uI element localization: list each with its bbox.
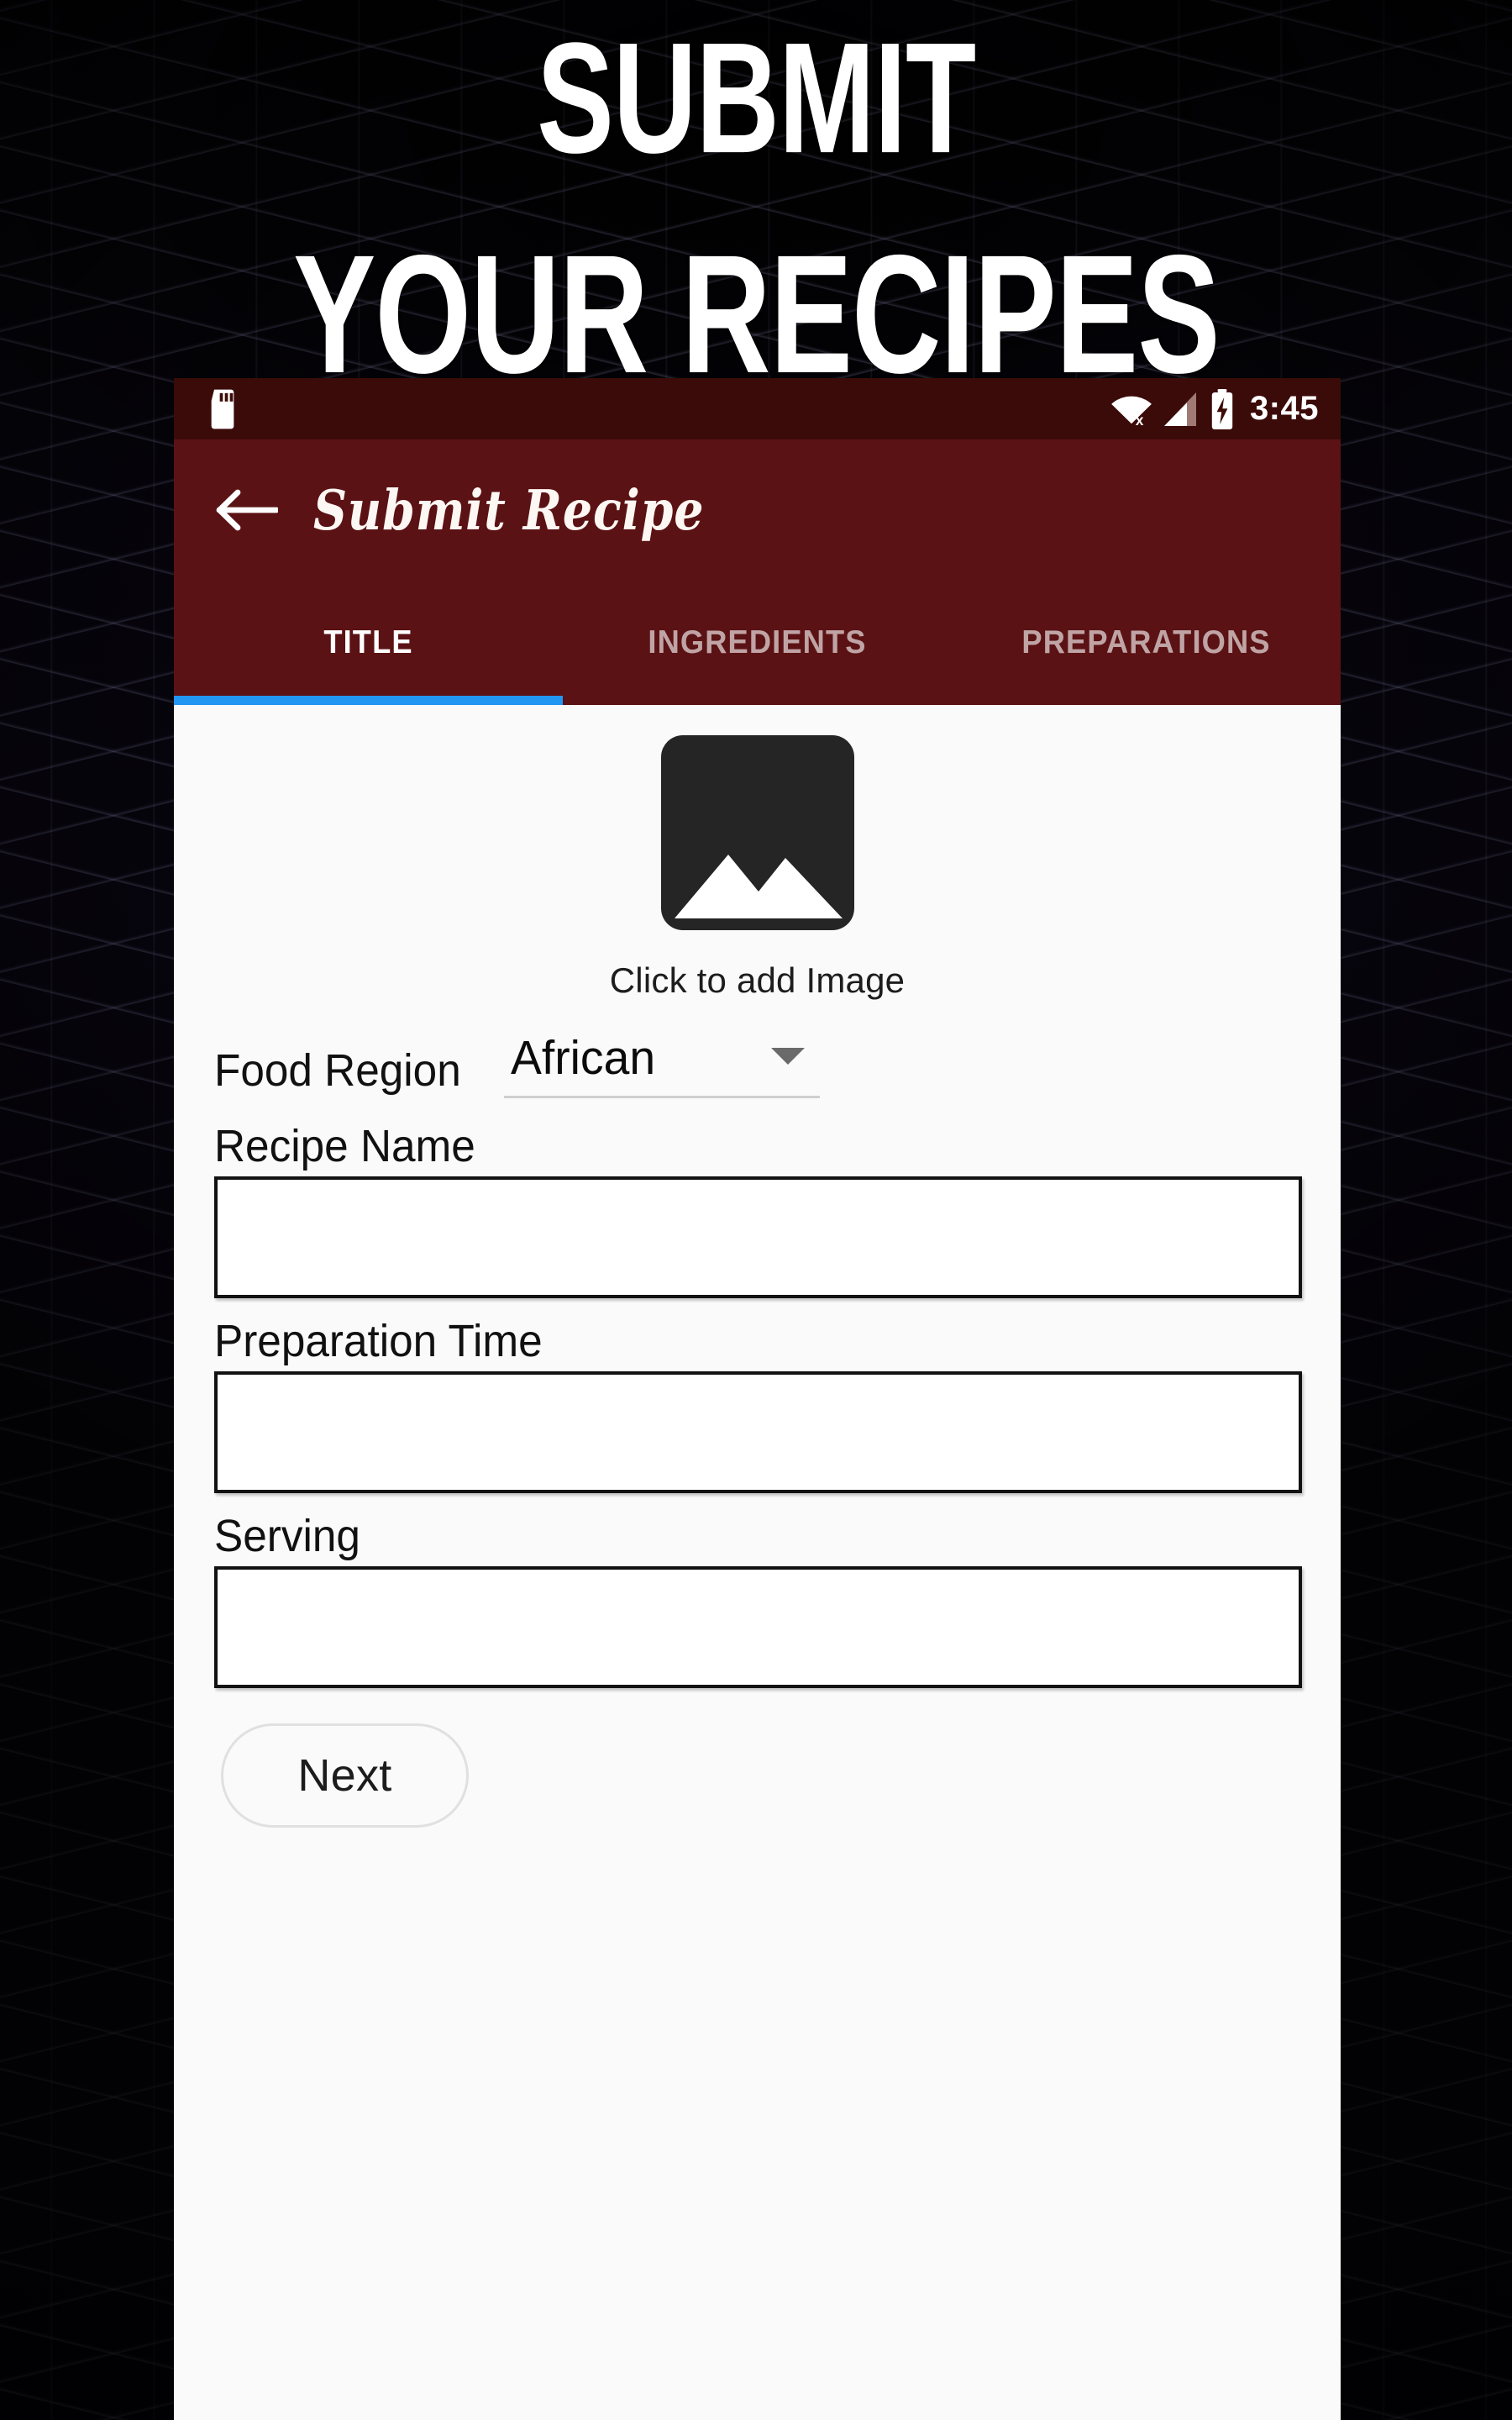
tab-bar: TITLE INGREDIENTS PREPARATIONS xyxy=(174,581,1341,705)
next-button[interactable]: Next xyxy=(221,1723,469,1828)
app-bar-title: Submit Recipe xyxy=(313,477,705,543)
tab-preparations[interactable]: PREPARATIONS xyxy=(965,581,1327,705)
recipe-name-label: Recipe Name xyxy=(214,1121,475,1171)
tab-active-indicator xyxy=(174,696,563,705)
chevron-down-icon xyxy=(771,1047,806,1065)
title-tab-content: Click to add Image Food Region African R… xyxy=(174,705,1341,2420)
serving-input[interactable] xyxy=(214,1566,1302,1688)
recipe-name-input[interactable] xyxy=(214,1176,1302,1298)
wifi-off-icon: x xyxy=(1110,391,1152,428)
food-region-spinner[interactable]: African xyxy=(504,1031,821,1098)
recipe-name-field-block: Recipe Name xyxy=(174,1123,1341,1298)
sd-card-icon xyxy=(206,389,239,429)
preparation-time-field-block: Preparation Time xyxy=(174,1318,1341,1493)
preparation-time-label: Preparation Time xyxy=(214,1316,543,1366)
battery-charging-icon xyxy=(1210,388,1235,429)
image-placeholder-icon[interactable] xyxy=(660,735,854,930)
phone-screenshot: x 3:45 Submit Recipe TITLE INGREDIENTS P… xyxy=(174,378,1341,2420)
serving-field-block: Serving xyxy=(174,1513,1341,1688)
cell-signal-icon xyxy=(1163,391,1200,428)
food-region-label: Food Region xyxy=(214,1045,461,1096)
status-bar: x 3:45 xyxy=(174,378,1341,439)
back-arrow-icon[interactable] xyxy=(211,474,283,546)
next-button-wrap: Next xyxy=(174,1688,1341,1828)
tab-ingredients[interactable]: INGREDIENTS xyxy=(576,581,938,705)
food-region-row: Food Region African xyxy=(174,1001,1341,1098)
preparation-time-input[interactable] xyxy=(214,1371,1302,1493)
serving-label: Serving xyxy=(214,1511,360,1561)
status-bar-clock: 3:45 xyxy=(1249,390,1319,427)
image-picker-section: Click to add Image xyxy=(174,705,1341,1001)
status-bar-right: x 3:45 xyxy=(1110,388,1319,429)
page-root: SUBMIT YOUR RECIPES x 3:45 Submit Recipe… xyxy=(0,0,1512,2420)
add-image-caption: Click to add Image xyxy=(609,960,906,1000)
app-bar: Submit Recipe xyxy=(174,439,1341,581)
food-region-value: African xyxy=(511,1031,656,1085)
tab-title[interactable]: TITLE xyxy=(187,581,549,705)
status-bar-left xyxy=(206,389,239,429)
